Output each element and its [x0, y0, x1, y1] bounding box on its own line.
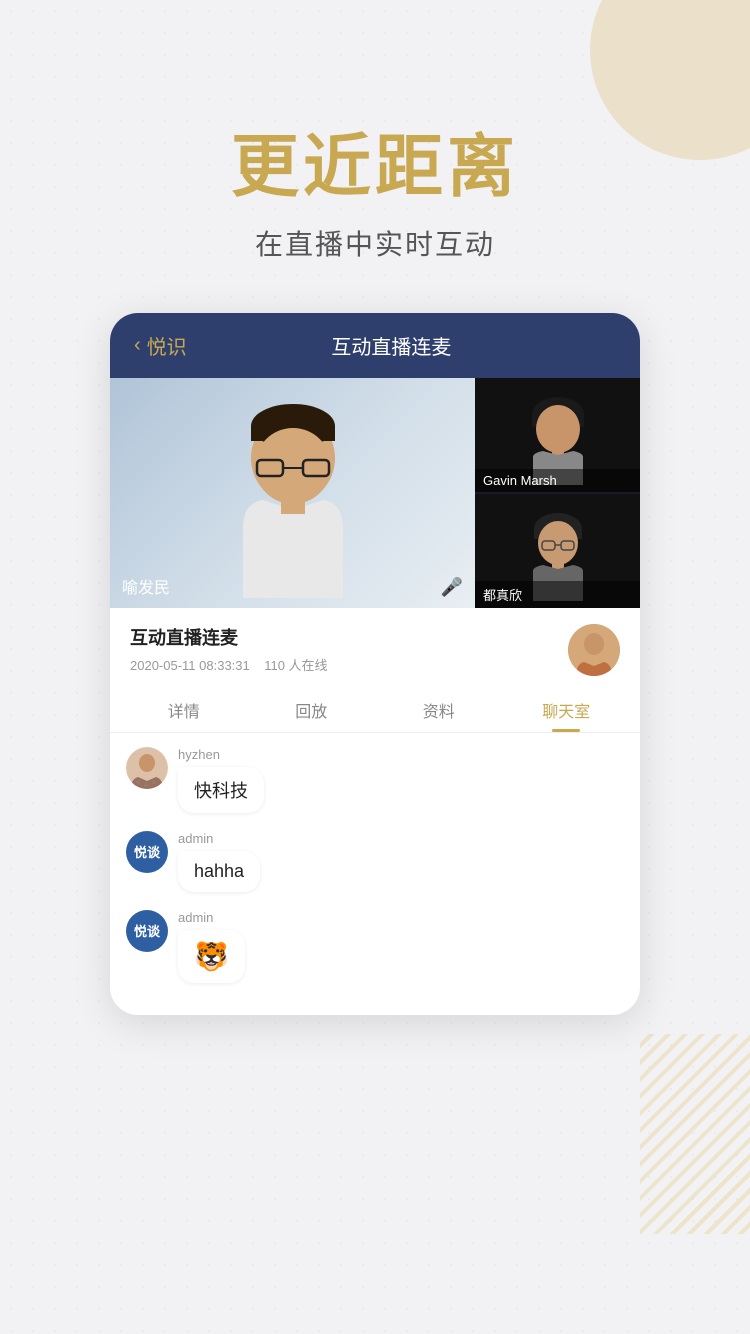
chat-bubble-3: 🐯: [178, 930, 245, 983]
sub-title: 在直播中实时互动: [0, 223, 750, 263]
info-datetime: 2020-05-11 08:33:31: [130, 658, 250, 673]
host-avatar: [568, 624, 620, 676]
side-video-1: Gavin Marsh: [475, 378, 640, 492]
chat-bubble-2: hahha: [178, 851, 260, 892]
card-info-left: 互动直播连麦 2020-05-11 08:33:31 110 人在线: [130, 624, 328, 674]
back-label: 悦识: [147, 331, 187, 360]
admin-badge-text-3: 悦谈: [134, 921, 160, 940]
side-video-1-label: Gavin Marsh: [475, 469, 640, 492]
back-button[interactable]: ‹ 悦识: [134, 331, 187, 360]
host-avatar-svg: [568, 624, 620, 676]
tab-details[interactable]: 详情: [120, 686, 248, 732]
info-title: 互动直播连麦: [130, 624, 328, 650]
chat-content-2: admin hahha: [178, 831, 260, 892]
chat-username-2: admin: [178, 831, 260, 846]
heading-area: 更近距离 在直播中实时互动: [0, 0, 750, 263]
tab-chatroom[interactable]: 聊天室: [503, 686, 631, 732]
card-info: 互动直播连麦 2020-05-11 08:33:31 110 人在线: [110, 608, 640, 686]
video-side: Gavin Marsh: [475, 378, 640, 608]
phone-card-wrapper: ‹ 悦识 互动直播连麦: [110, 313, 640, 1015]
chat-area: hyzhen 快科技 悦谈 admin hahha 悦谈: [110, 733, 640, 1015]
tab-playback[interactable]: 回放: [248, 686, 376, 732]
bg-decoration-stripes: [640, 1034, 750, 1234]
side-video-2-label: 都真欣: [475, 581, 640, 608]
chat-bubble-1: 快科技: [178, 767, 264, 813]
video-main: 喻发民 🎤: [110, 378, 475, 608]
admin-badge-2: 悦谈: [126, 831, 168, 873]
main-video-label: 喻发民: [122, 574, 170, 598]
phone-card: ‹ 悦识 互动直播连麦: [110, 313, 640, 1015]
admin-badge-text-2: 悦谈: [134, 842, 160, 861]
tab-materials[interactable]: 资料: [375, 686, 503, 732]
chat-username-3: admin: [178, 910, 245, 925]
info-meta: 2020-05-11 08:33:31 110 人在线: [130, 655, 328, 674]
chevron-left-icon: ‹: [134, 334, 141, 357]
chat-message-2: 悦谈 admin hahha: [126, 831, 624, 892]
side-video-2: 都真欣: [475, 494, 640, 608]
card-header: ‹ 悦识 互动直播连麦: [110, 313, 640, 378]
video-area: 喻发民 🎤: [110, 378, 640, 608]
info-online: 110 人在线: [264, 658, 327, 673]
chat-avatar-hyzhen: [126, 747, 168, 789]
chat-message-3: 悦谈 admin 🐯: [126, 910, 624, 983]
nav-title: 互动直播连麦: [331, 331, 451, 360]
admin-badge-3: 悦谈: [126, 910, 168, 952]
chat-username-1: hyzhen: [178, 747, 264, 762]
chat-message-1: hyzhen 快科技: [126, 747, 624, 813]
microphone-icon: 🎤: [441, 577, 463, 598]
chat-content-3: admin 🐯: [178, 910, 245, 983]
card-tabs: 详情 回放 资料 聊天室: [110, 686, 640, 733]
main-title: 更近距离: [0, 130, 750, 205]
avatar-hyzhen-svg: [126, 747, 168, 789]
chat-content-1: hyzhen 快科技: [178, 747, 264, 813]
main-person-svg: [213, 388, 373, 598]
